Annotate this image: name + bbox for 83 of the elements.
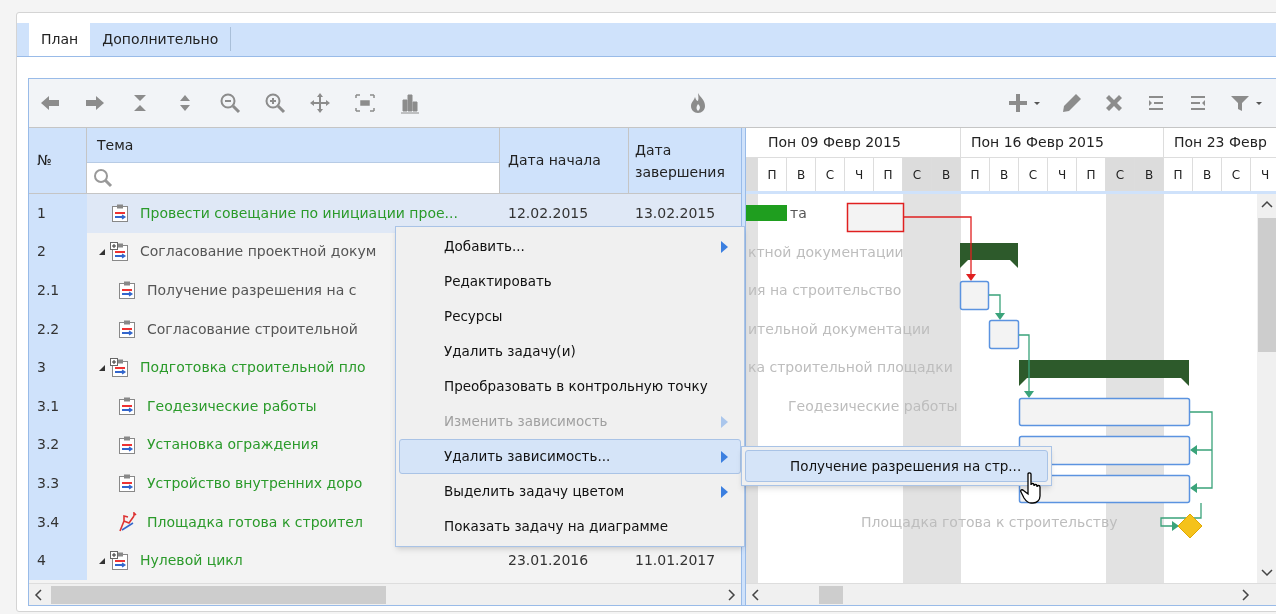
menu-item[interactable]: Выделить задачу цветом — [399, 474, 741, 509]
row-number: 3.4 — [29, 502, 87, 542]
column-header[interactable]: Дата начала — [500, 128, 629, 193]
scrollbar-thumb[interactable] — [819, 585, 843, 604]
bar-label: ктной документации — [748, 242, 904, 262]
summary-task-icon — [110, 550, 130, 571]
dependency-arrow — [1160, 502, 1202, 531]
task-icon — [117, 396, 137, 417]
row-number: 2.2 — [29, 309, 87, 349]
task-icon — [117, 473, 137, 494]
milestone-diamond[interactable] — [1177, 513, 1203, 539]
expand-caret-icon[interactable] — [98, 247, 106, 256]
zoom-out-icon[interactable] — [219, 92, 241, 114]
week-label: Пон 09 Февр 2015 — [758, 128, 961, 157]
week-label: Пон 16 Февр 2015 — [961, 128, 1164, 157]
scrollbar-thumb[interactable] — [51, 585, 386, 604]
scroll-down-icon[interactable] — [1261, 569, 1273, 577]
scroll-left-icon[interactable] — [34, 588, 42, 601]
bar-label: ия на строительство — [748, 281, 902, 301]
task-name[interactable]: Согласование строительной — [147, 318, 358, 340]
summary-task-icon — [110, 357, 130, 378]
task-icon — [117, 319, 137, 340]
day-label: С — [1106, 158, 1135, 191]
row-number: 3.1 — [29, 386, 87, 426]
table-row[interactable]: 1 Провести совещание по инициации прое... 12.02.2015 13.02.2015 — [29, 194, 741, 233]
row-number: 2.1 — [29, 271, 87, 310]
day-label: В — [932, 158, 961, 191]
row-number: 2 — [29, 232, 87, 272]
summary-bar[interactable] — [1019, 360, 1189, 386]
expand-caret-icon[interactable] — [98, 363, 106, 372]
expand-caret-icon[interactable] — [98, 556, 106, 565]
row-number: 3 — [29, 348, 87, 387]
summary-bar[interactable] — [960, 243, 1018, 268]
menu-item[interactable]: Ресурсы — [399, 299, 741, 334]
task-bar[interactable] — [846, 202, 905, 233]
menu-item[interactable]: Получение разрешения на стр... — [745, 450, 1048, 482]
move-icon[interactable] — [309, 92, 331, 114]
bar-label: Площадка готова к строительству — [861, 512, 1118, 532]
day-label: В — [1135, 158, 1164, 191]
dependency-arrow — [988, 294, 1005, 320]
plus-icon[interactable] — [1007, 92, 1029, 114]
day-label: С — [903, 158, 932, 191]
task-name[interactable]: Получение разрешения на с — [147, 280, 357, 301]
task-icon — [110, 203, 130, 224]
task-tag — [746, 205, 787, 221]
menu-item[interactable]: Преобразовать в контрольную точку — [399, 369, 741, 404]
milestone-icon — [117, 512, 137, 533]
menu-item[interactable]: Редактировать — [399, 264, 741, 299]
bar-label: та — [790, 204, 807, 223]
tab[interactable]: План — [29, 22, 91, 56]
row-number: 1 — [29, 194, 87, 233]
scroll-right-icon[interactable] — [1242, 588, 1250, 601]
fit-icon[interactable] — [354, 92, 376, 114]
menu-item[interactable]: Удалить задачу(и) — [399, 334, 741, 369]
scrollbar-thumb[interactable] — [1258, 218, 1276, 352]
row-number: 3.3 — [29, 464, 87, 503]
end-date: 13.02.2015 — [635, 203, 716, 223]
zoom-in-icon[interactable] — [264, 92, 286, 114]
menu-item[interactable]: Удалить зависимость... — [399, 439, 741, 474]
bar-chart-icon[interactable] — [399, 92, 421, 114]
table-row[interactable]: 4 Нулевой цикл 23.01.2016 11.01.2017 — [29, 541, 741, 580]
row-number: 3.2 — [29, 425, 87, 465]
start-date: 23.01.2016 — [508, 551, 589, 571]
dependency-arrow — [1018, 334, 1034, 398]
tab[interactable]: Дополнительно — [90, 27, 232, 51]
search-field[interactable] — [87, 163, 499, 193]
bar-label: ка строительной площадки — [748, 358, 953, 378]
row-number: 4 — [29, 541, 87, 580]
task-icon — [117, 434, 137, 455]
menu-item[interactable]: Показать задачу на диаграмме — [399, 509, 741, 544]
bar-label: ительной документации — [748, 319, 931, 339]
start-date: 12.02.2015 — [508, 203, 589, 223]
task-name[interactable]: Согласование проектной докум — [140, 241, 377, 263]
task-icon — [117, 280, 137, 301]
column-header[interactable]: Дата завершения — [629, 128, 739, 193]
week-label: Пон 23 Февр — [1164, 128, 1276, 157]
end-date: 11.01.2017 — [635, 551, 716, 571]
scroll-left-icon[interactable] — [751, 588, 759, 601]
pencil-icon[interactable] — [1061, 92, 1083, 114]
scroll-right-icon[interactable] — [728, 588, 736, 601]
scroll-up-icon[interactable] — [1261, 200, 1273, 208]
summary-task-icon — [110, 241, 130, 262]
search-icon — [93, 168, 113, 188]
